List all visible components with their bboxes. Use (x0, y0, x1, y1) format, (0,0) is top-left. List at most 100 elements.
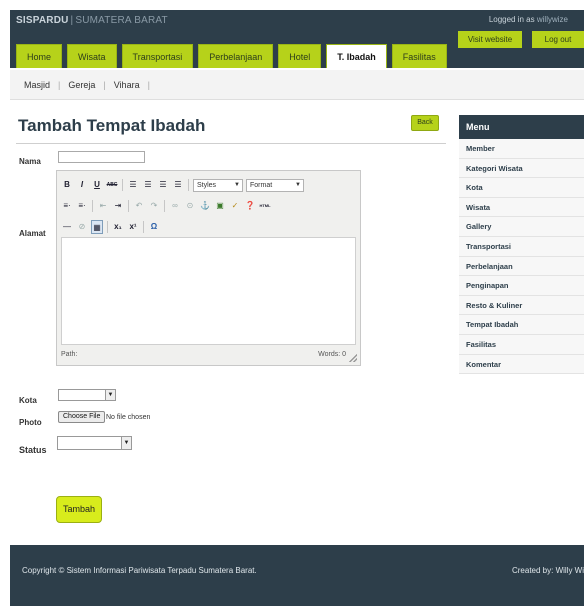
italic-icon[interactable]: I (76, 178, 88, 192)
sidebar-item-fasilitas[interactable]: Fasilitas (459, 334, 584, 355)
nama-input[interactable] (58, 151, 145, 163)
sidebar-menu: Menu Member Kategori Wisata Kota Wisata … (459, 115, 584, 375)
editor-content-area[interactable] (61, 237, 356, 345)
sidebar-item-komentar[interactable]: Komentar (459, 354, 584, 375)
editor-toolbar-row-3: — ⊘ ▦ x₁ x¹ Ω (61, 219, 160, 235)
editor-word-count: Words: 0 (318, 351, 346, 358)
choose-file-button[interactable]: Choose File (58, 411, 106, 423)
sidebar-item-perbelanjaan[interactable]: Perbelanjaan (459, 256, 584, 277)
format-select[interactable]: Format ▼ (246, 178, 304, 192)
tab-perbelanjaan[interactable]: Perbelanjaan (198, 44, 274, 68)
superscript-icon[interactable]: x¹ (127, 220, 139, 234)
styles-select-label: Styles (197, 181, 217, 189)
unlink-icon[interactable]: ⊙ (184, 199, 196, 213)
chevron-down-icon: ▼ (234, 181, 240, 188)
sidebar-item-gallery[interactable]: Gallery (459, 217, 584, 237)
align-right-icon[interactable]: ☰ (157, 178, 169, 192)
align-justify-icon[interactable]: ☰ (172, 178, 184, 192)
editor-path: Path: (61, 351, 78, 358)
status-select[interactable]: ▼ (57, 436, 132, 450)
rich-text-editor: B I U ABC ☰ ☰ ☰ ☰ Styles ▼ Format ▼ ≡· ≡· … (56, 170, 361, 366)
footer: Copyright © Sistem Informasi Pariwisata … (10, 545, 584, 606)
main-tabs: Home Wisata Transportasi Perbelanjaan Ho… (16, 44, 447, 68)
strikethrough-icon[interactable]: ABC (106, 178, 118, 192)
tambah-button[interactable]: Tambah (56, 496, 102, 523)
brand-secondary: SUMATERA BARAT (75, 15, 168, 26)
cleanup-icon[interactable]: ✓ (229, 199, 241, 213)
sub-navigation: Masjid | Gereja | Vihara | (10, 70, 584, 100)
footer-copyright: Copyright © Sistem Informasi Pariwisata … (22, 566, 257, 575)
photo-label: Photo (19, 418, 42, 427)
sidebar-item-kota[interactable]: Kota (459, 178, 584, 198)
visit-website-button[interactable]: Visit website (458, 31, 522, 48)
toolbar-separator (107, 221, 108, 233)
toolbar-separator (143, 221, 144, 233)
site-brand[interactable]: SISPARDU | SUMATERA BARAT (16, 15, 168, 26)
align-center-icon[interactable]: ☰ (142, 178, 154, 192)
subnav-gereja[interactable]: Gereja (68, 80, 95, 90)
nama-label: Nama (19, 157, 41, 166)
status-label: Status (19, 445, 47, 455)
html-source-icon[interactable]: HTML (259, 199, 271, 213)
bold-icon[interactable]: B (61, 178, 73, 192)
tab-home[interactable]: Home (16, 44, 63, 68)
tab-t-ibadah[interactable]: T. Ibadah (326, 44, 387, 68)
title-divider (16, 143, 446, 144)
redo-icon[interactable]: ↷ (148, 199, 160, 213)
align-left-icon[interactable]: ☰ (127, 178, 139, 192)
subnav-divider: | (58, 79, 61, 90)
chevron-down-icon: ▼ (121, 437, 131, 449)
sidebar-item-penginapan[interactable]: Penginapan (459, 276, 584, 296)
tab-wisata[interactable]: Wisata (67, 44, 117, 68)
tab-fasilitas[interactable]: Fasilitas (391, 44, 447, 68)
kota-label: Kota (19, 396, 37, 405)
numbered-list-icon[interactable]: ≡· (76, 199, 88, 213)
outdent-icon[interactable]: ⇤ (97, 199, 109, 213)
charmap-icon[interactable]: Ω (148, 220, 160, 234)
image-icon[interactable]: ▣ (214, 199, 226, 213)
sidebar-item-resto-kuliner[interactable]: Resto & Kuliner (459, 295, 584, 316)
chevron-down-icon: ▼ (105, 390, 115, 400)
sidebar-item-tempat-ibadah[interactable]: Tempat Ibadah (459, 315, 584, 335)
subnav-masjid[interactable]: Masjid (24, 80, 50, 90)
logout-button[interactable]: Log out (532, 31, 584, 48)
logged-prefix: Logged in as (488, 15, 535, 24)
logged-in-status: Logged in as willywize (489, 15, 568, 24)
back-button[interactable]: Back (411, 115, 439, 131)
subnav-vihara[interactable]: Vihara (114, 80, 140, 90)
alamat-label: Alamat (19, 229, 46, 238)
subscript-icon[interactable]: x₁ (112, 220, 124, 234)
page-title: Tambah Tempat Ibadah (18, 116, 206, 135)
kota-select[interactable]: ▼ (58, 389, 116, 401)
toolbar-separator (122, 179, 123, 191)
indent-icon[interactable]: ⇥ (112, 199, 124, 213)
underline-icon[interactable]: U (91, 178, 103, 192)
tab-hotel[interactable]: Hotel (278, 44, 322, 68)
menu-title: Menu (459, 115, 584, 139)
subnav-divider: | (103, 79, 106, 90)
format-select-label: Format (250, 181, 273, 189)
resize-grip-icon[interactable] (349, 354, 357, 362)
sidebar-item-wisata[interactable]: Wisata (459, 197, 584, 218)
subnav-divider: | (147, 79, 150, 90)
sidebar-item-transportasi[interactable]: Transportasi (459, 236, 584, 257)
styles-select[interactable]: Styles ▼ (193, 178, 243, 192)
link-icon[interactable]: ∞ (169, 199, 181, 213)
visual-aid-icon[interactable]: ▦ (91, 220, 103, 234)
toolbar-separator (128, 200, 129, 212)
anchor-icon[interactable]: ⚓ (199, 199, 211, 213)
chevron-down-icon: ▼ (295, 181, 301, 188)
undo-icon[interactable]: ↶ (133, 199, 145, 213)
remove-format-icon[interactable]: ⊘ (76, 220, 88, 234)
bullet-list-icon[interactable]: ≡· (61, 199, 73, 213)
toolbar-separator (164, 200, 165, 212)
sidebar-item-member[interactable]: Member (459, 139, 584, 159)
editor-toolbar-row-2: ≡· ≡· ⇤ ⇥ ↶ ↷ ∞ ⊙ ⚓ ▣ ✓ ❓ HTML (61, 198, 271, 214)
tab-transportasi[interactable]: Transportasi (121, 44, 194, 68)
brand-primary: SISPARDU (16, 15, 69, 26)
header-bar: SISPARDU | SUMATERA BARAT Logged in as wil… (10, 10, 584, 68)
help-icon[interactable]: ❓ (244, 199, 256, 213)
sidebar-item-kategori-wisata[interactable]: Kategori Wisata (459, 158, 584, 179)
horizontal-rule-icon[interactable]: — (61, 220, 73, 234)
toolbar-separator (188, 179, 189, 191)
